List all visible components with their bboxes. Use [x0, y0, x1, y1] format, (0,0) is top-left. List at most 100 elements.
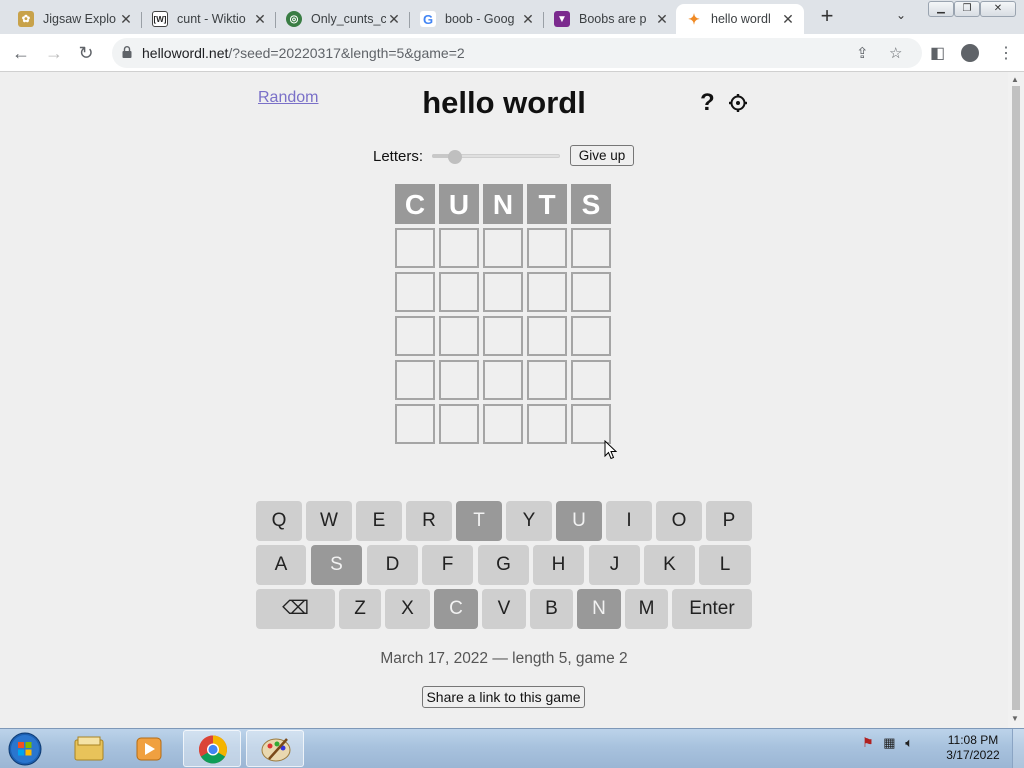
keyboard-row: ⌫ Z X C V B N M Enter [256, 589, 752, 633]
key-r[interactable]: R [406, 501, 452, 541]
backspace-key[interactable]: ⌫ [256, 589, 335, 629]
close-icon[interactable]: ✕ [780, 11, 796, 28]
chrome-icon[interactable] [183, 730, 241, 767]
start-button-icon[interactable] [6, 731, 44, 767]
key-j[interactable]: J [589, 545, 640, 585]
key-m[interactable]: M [625, 589, 668, 629]
key-v[interactable]: V [482, 589, 526, 629]
board-tile [395, 228, 435, 268]
wordl-icon: ✦ [688, 10, 700, 27]
scroll-up-icon[interactable]: ▲ [1011, 75, 1019, 84]
board-tile [527, 404, 567, 444]
close-icon[interactable]: ✕ [118, 11, 134, 28]
key-l[interactable]: L [699, 545, 751, 585]
tab-wikimedia[interactable]: ◎ Only_cunts_c ✕ [276, 4, 410, 34]
key-n[interactable]: N [577, 589, 621, 629]
reload-icon[interactable]: ↻ [75, 42, 97, 64]
media-player-icon[interactable] [120, 730, 178, 767]
key-g[interactable]: G [478, 545, 529, 585]
lock-icon[interactable] [122, 46, 132, 58]
key-b[interactable]: B [530, 589, 573, 629]
key-h[interactable]: H [533, 545, 584, 585]
key-i[interactable]: I [606, 501, 652, 541]
menu-kebab-icon[interactable]: ⋮ [998, 43, 1014, 63]
key-w[interactable]: W [306, 501, 352, 541]
tab-title: cunt - Wiktio [177, 12, 246, 26]
board-tile [395, 360, 435, 400]
forward-icon[interactable]: → [43, 42, 65, 64]
give-up-button[interactable]: Give up [570, 145, 634, 166]
settings-gear-icon[interactable] [728, 93, 748, 113]
close-icon[interactable]: ✕ [386, 11, 402, 28]
key-o[interactable]: O [656, 501, 702, 541]
random-link[interactable]: Random [258, 89, 318, 107]
system-tray: ⚑ ▦ 🔈︎ [862, 735, 913, 751]
side-panel-icon[interactable]: ◧ [930, 43, 945, 63]
key-x[interactable]: X [385, 589, 430, 629]
scroll-down-icon[interactable]: ▼ [1011, 714, 1019, 723]
key-q[interactable]: Q [256, 501, 302, 541]
board-tile: U [439, 184, 479, 224]
key-a[interactable]: A [256, 545, 306, 585]
key-y[interactable]: Y [506, 501, 552, 541]
url-host: hellowordl.net [142, 45, 229, 61]
jigsaw-icon: ✿ [18, 11, 34, 27]
key-k[interactable]: K [644, 545, 695, 585]
vertical-scrollbar[interactable]: ▲ ▼ [1008, 72, 1024, 728]
board-tile [483, 316, 523, 356]
minimize-button[interactable]: ▁ [928, 1, 954, 17]
profile-avatar-icon[interactable] [961, 44, 979, 62]
tab-search-icon[interactable]: ⌄ [896, 8, 906, 22]
taskbar-clock[interactable]: 11:08 PM 3/17/2022 [938, 733, 1008, 763]
paint-icon[interactable] [246, 730, 304, 767]
board-tile [395, 316, 435, 356]
close-icon[interactable]: ✕ [654, 11, 670, 28]
restore-button[interactable]: ❐ [954, 1, 980, 17]
volume-icon[interactable]: 🔈︎ [905, 735, 913, 750]
board-tile [527, 360, 567, 400]
close-icon[interactable]: ✕ [520, 11, 536, 28]
google-icon: G [420, 11, 436, 27]
network-icon[interactable]: ▦ [883, 735, 895, 750]
tab-wiktionary[interactable]: [W] cunt - Wiktio ✕ [142, 4, 276, 34]
close-icon[interactable]: ✕ [252, 11, 268, 28]
tab-title: Jigsaw Explo [43, 12, 116, 26]
close-window-button[interactable]: ✕ [980, 1, 1016, 17]
tab-boobs[interactable]: ▼ Boobs are p ✕ [544, 4, 678, 34]
help-icon[interactable]: ? [700, 89, 715, 117]
bookmark-star-icon[interactable]: ☆ [889, 44, 902, 62]
address-bar[interactable]: hellowordl.net/?seed=20220317&length=5&g… [112, 38, 922, 68]
share-icon[interactable]: ⇪ [856, 44, 869, 62]
tab-google[interactable]: G boob - Goog ✕ [410, 4, 544, 34]
board-row [395, 228, 615, 268]
board-tile [571, 404, 611, 444]
board-row [395, 316, 615, 356]
enter-key[interactable]: Enter [672, 589, 752, 629]
board-tile [571, 360, 611, 400]
key-c[interactable]: C [434, 589, 478, 629]
browser-toolbar: ← → ↻ hellowordl.net/?seed=20220317&leng… [0, 34, 1024, 72]
key-d[interactable]: D [367, 545, 418, 585]
key-z[interactable]: Z [339, 589, 381, 629]
tab-hello-wordl[interactable]: ✦ hello wordl ✕ [676, 4, 804, 34]
key-s[interactable]: S [311, 545, 362, 585]
key-u[interactable]: U [556, 501, 602, 541]
key-t[interactable]: T [456, 501, 502, 541]
board-tile: N [483, 184, 523, 224]
back-icon[interactable]: ← [10, 42, 32, 64]
key-p[interactable]: P [706, 501, 752, 541]
url-text[interactable]: hellowordl.net/?seed=20220317&length=5&g… [142, 45, 465, 61]
scrollbar-thumb[interactable] [1012, 86, 1020, 710]
slider-thumb[interactable] [448, 150, 463, 164]
key-e[interactable]: E [356, 501, 402, 541]
tab-jigsaw[interactable]: ✿ Jigsaw Explo ✕ [8, 4, 142, 34]
letters-slider[interactable] [432, 150, 560, 164]
board-tile [483, 404, 523, 444]
show-desktop-button[interactable] [1012, 729, 1024, 768]
page-title: hello wordl [422, 85, 586, 120]
action-center-icon[interactable]: ⚑ [862, 735, 874, 750]
share-link-button[interactable]: Share a link to this game [422, 686, 585, 708]
windows-explorer-icon[interactable] [60, 730, 118, 767]
new-tab-button[interactable]: + [816, 5, 838, 29]
key-f[interactable]: F [422, 545, 473, 585]
